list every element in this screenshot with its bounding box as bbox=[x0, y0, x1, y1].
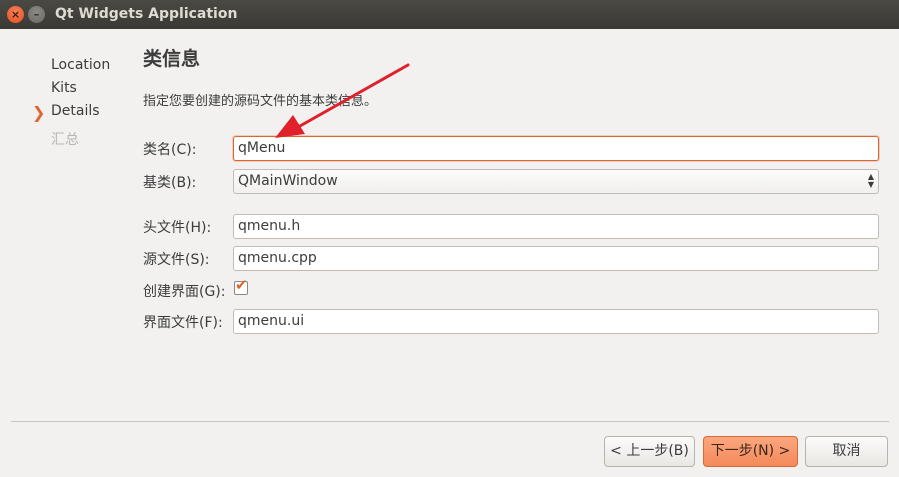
back-button[interactable]: < 上一步(B) bbox=[604, 436, 695, 467]
page-title: 类信息 bbox=[143, 48, 201, 70]
step-details: Details bbox=[51, 103, 100, 119]
current-step-chevron-icon: ❯ bbox=[32, 103, 46, 122]
step-location: Location bbox=[51, 57, 111, 73]
source-file-label: 源文件(S): bbox=[143, 252, 210, 268]
header-file-label: 头文件(H): bbox=[143, 220, 212, 236]
base-class-label: 基类(B): bbox=[143, 175, 197, 191]
create-form-label: 创建界面(G): bbox=[143, 284, 226, 300]
page-description: 指定您要创建的源码文件的基本类信息。 bbox=[143, 94, 378, 109]
header-file-input[interactable]: qmenu.h bbox=[233, 214, 879, 239]
form-file-input[interactable]: qmenu.ui bbox=[233, 309, 879, 334]
form-file-label: 界面文件(F): bbox=[143, 315, 223, 331]
footer-separator bbox=[11, 421, 889, 422]
source-file-input[interactable]: qmenu.cpp bbox=[233, 246, 879, 271]
step-summary: 汇总 bbox=[51, 132, 79, 148]
window-title: Qt Widgets Application bbox=[55, 6, 238, 22]
step-kits: Kits bbox=[51, 80, 77, 96]
class-name-input[interactable]: qMenu bbox=[233, 136, 879, 161]
next-button[interactable]: 下一步(N) > bbox=[703, 436, 798, 467]
base-class-select[interactable]: QMainWindow ▲ ▼ bbox=[233, 169, 879, 194]
base-class-value: QMainWindow bbox=[238, 173, 338, 189]
checkmark-icon: ✔ bbox=[235, 276, 248, 294]
create-form-checkbox[interactable]: ✔ bbox=[234, 276, 250, 296]
class-name-label: 类名(C): bbox=[143, 142, 197, 158]
spin-arrows-icon: ▲ ▼ bbox=[867, 172, 874, 189]
close-window-button[interactable]: × bbox=[7, 6, 24, 23]
minimize-window-button[interactable]: – bbox=[28, 6, 45, 23]
cancel-button[interactable]: 取消 bbox=[805, 436, 888, 467]
window-titlebar: × – Qt Widgets Application bbox=[0, 0, 899, 29]
